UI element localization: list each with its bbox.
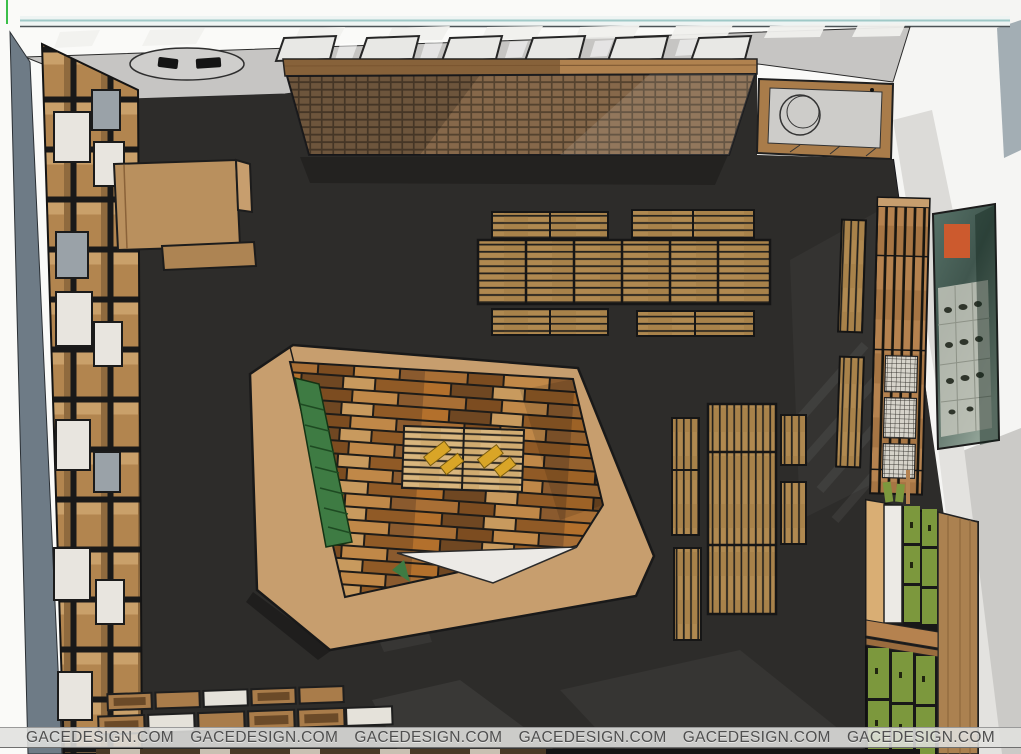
platform-table (402, 426, 524, 492)
interior-render: GACEDESIGN.COM GACEDESIGN.COM GACEDESIGN… (0, 0, 1021, 754)
watermark-text: GACEDESIGN.COM (519, 729, 667, 747)
locker-white-cell (884, 505, 902, 623)
reading-table (478, 240, 770, 304)
wall-cabinet (757, 79, 893, 159)
watermark-text: GACEDESIGN.COM (26, 729, 174, 747)
slatted-canopy (283, 59, 757, 155)
watermark-text: GACEDESIGN.COM (190, 729, 338, 747)
mesh-baskets (882, 356, 917, 479)
right-slat-shelf (870, 197, 930, 494)
reading-table-vertical (708, 404, 776, 614)
canopy-floor-shadow (300, 155, 728, 185)
locker-tan-strip (866, 500, 884, 625)
below-bar-shelf-strip (96, 749, 920, 754)
watermark-text: GACEDESIGN.COM (683, 729, 831, 747)
ceiling-fixture (130, 48, 244, 80)
poster-accent-square (944, 224, 970, 258)
watermark-text: GACEDESIGN.COM (354, 729, 502, 747)
watermark-bar: GACEDESIGN.COM GACEDESIGN.COM GACEDESIGN… (0, 727, 1021, 748)
locker-wood-side (938, 512, 978, 754)
wall-poster (933, 204, 999, 449)
watermark-text: GACEDESIGN.COM (847, 729, 995, 747)
